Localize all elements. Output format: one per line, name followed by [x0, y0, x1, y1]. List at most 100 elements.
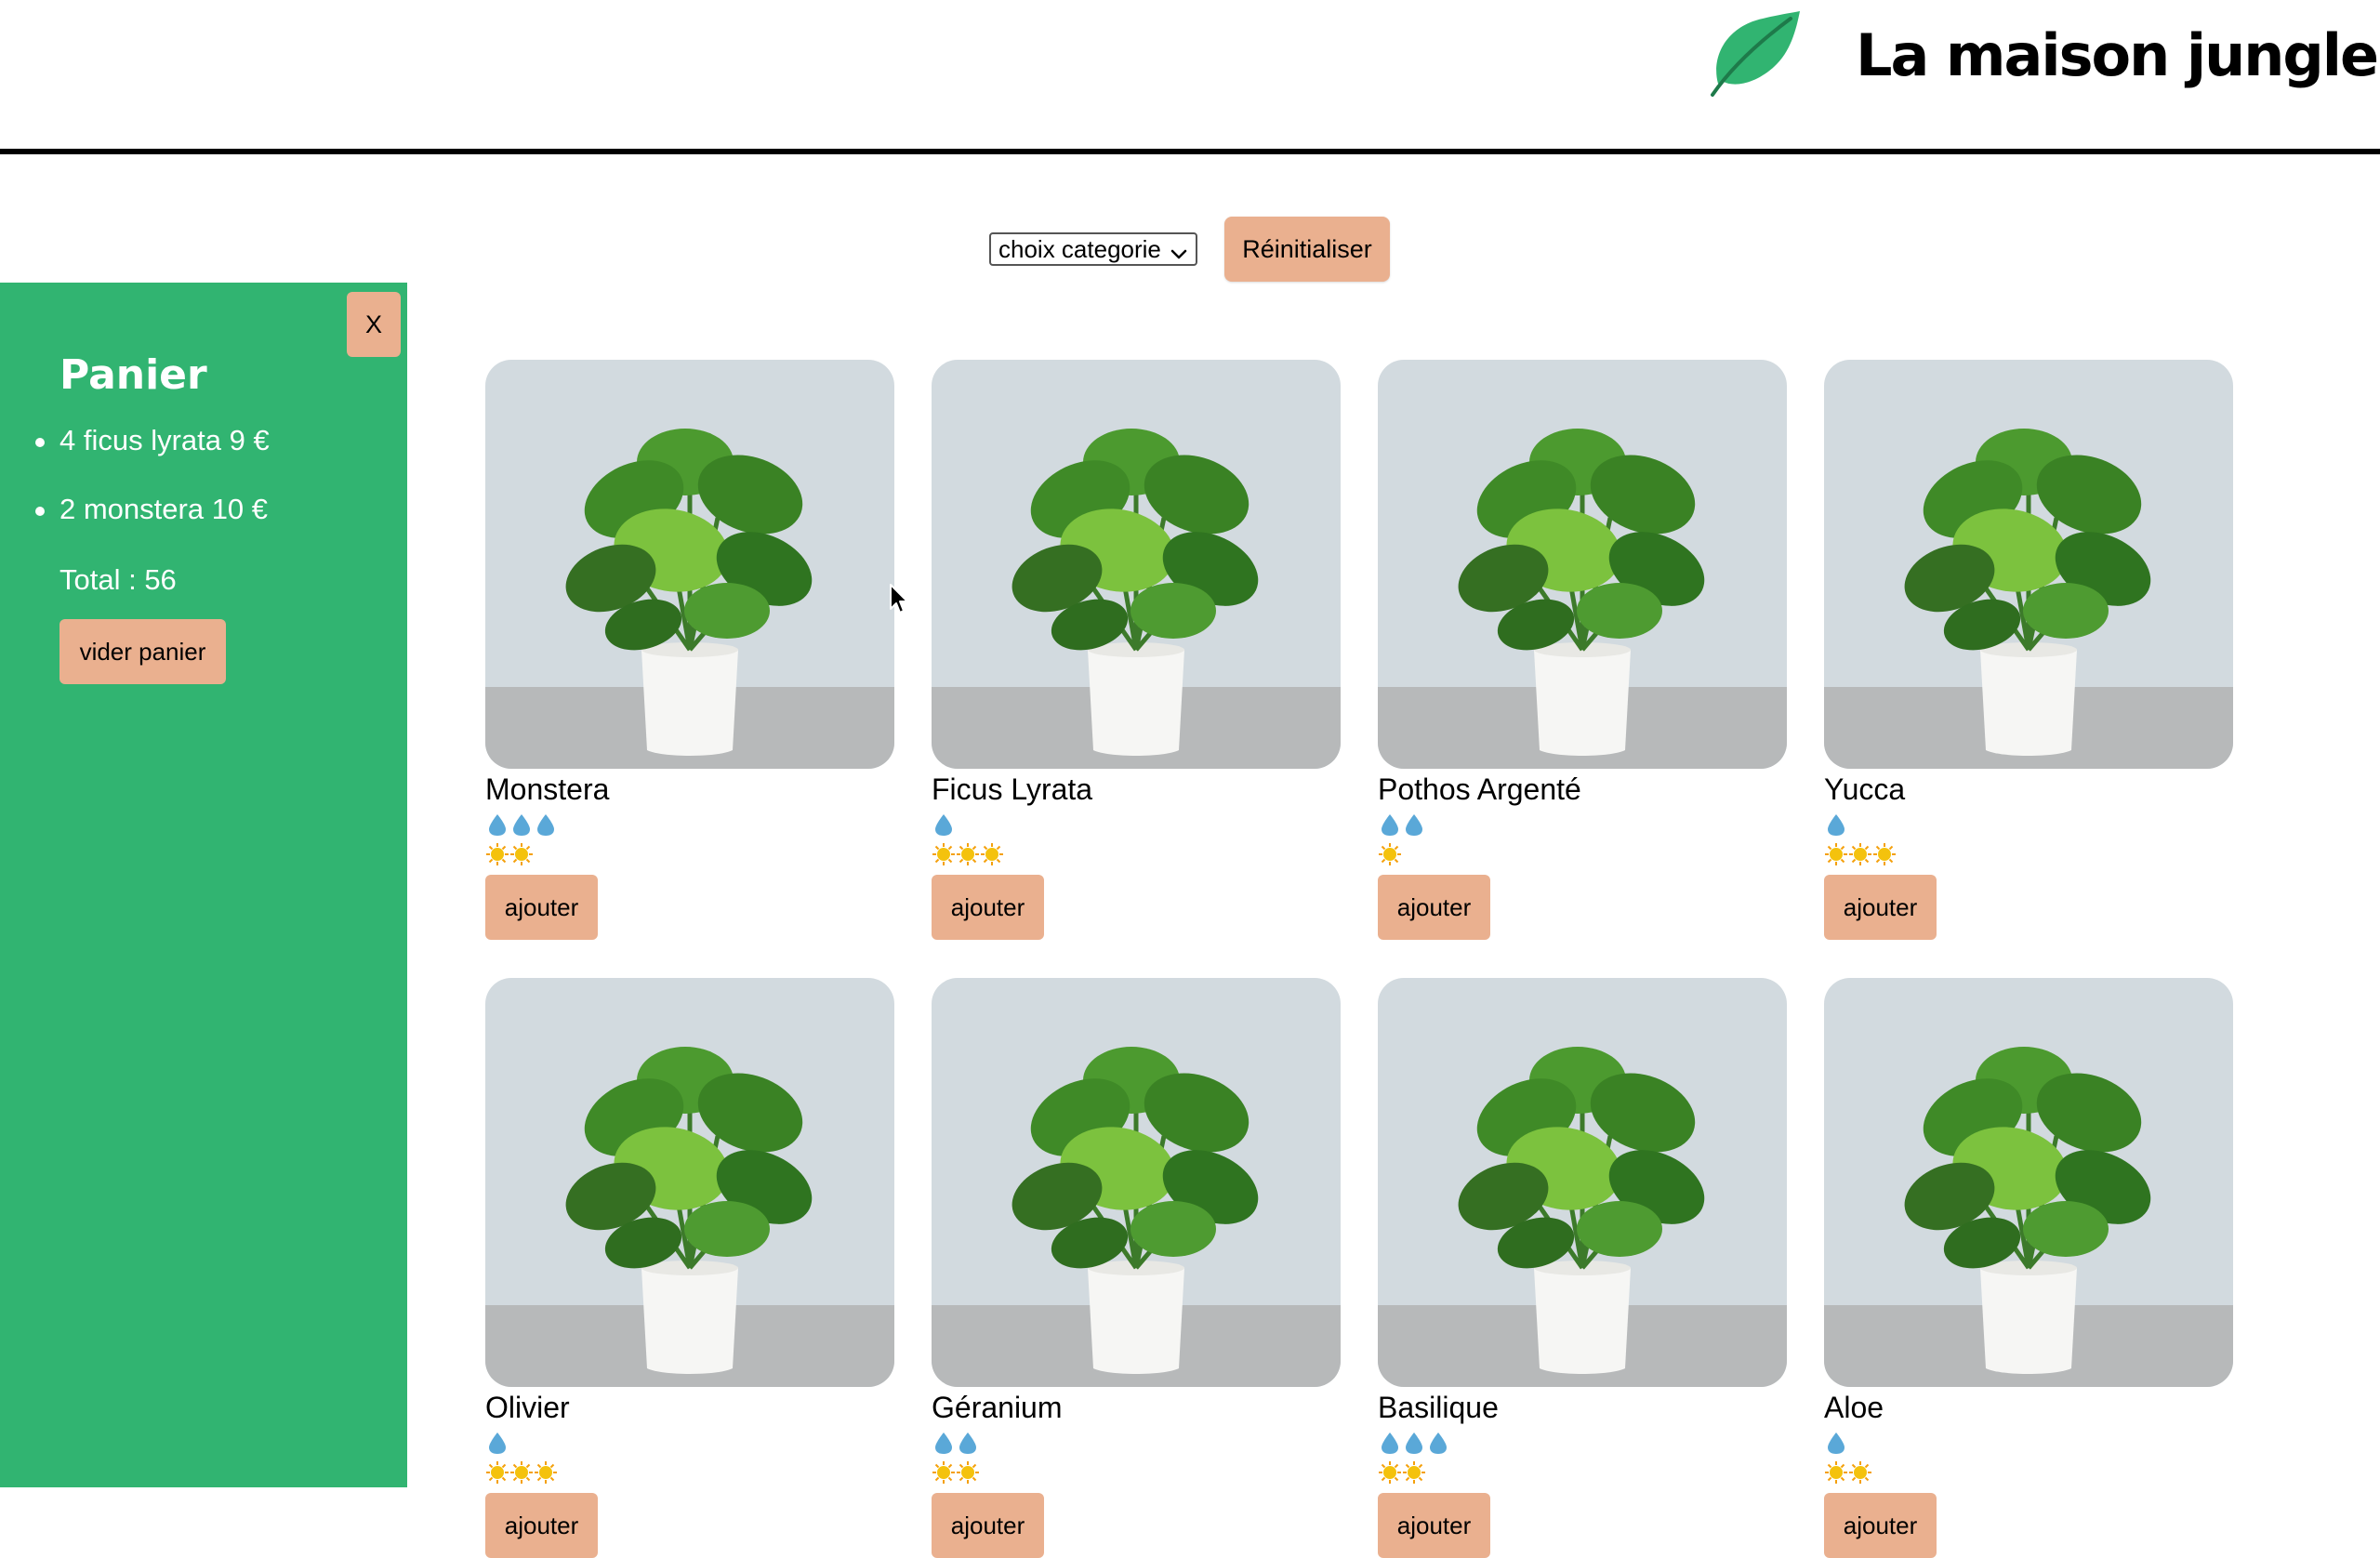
- add-to-cart-button[interactable]: ajouter: [485, 1493, 598, 1558]
- water-drop-icon: [956, 1431, 980, 1455]
- sun-icon: [1848, 1460, 1872, 1485]
- water-drop-icon: [485, 1431, 509, 1455]
- water-drop-icon: [1402, 1431, 1426, 1455]
- plant-card: Yucca ajouter: [1824, 360, 2233, 940]
- category-select-value: choix categorie: [998, 235, 1161, 263]
- light-scale: [485, 1458, 894, 1487]
- sun-icon: [534, 1460, 558, 1485]
- light-scale: [1378, 1458, 1787, 1487]
- sun-icon: [980, 842, 1004, 866]
- plant-image: [1824, 360, 2233, 769]
- plant-name: Aloe: [1824, 1391, 1884, 1424]
- sun-icon: [509, 842, 534, 866]
- sun-icon: [485, 1460, 509, 1485]
- water-drop-icon: [485, 812, 509, 837]
- add-to-cart-button[interactable]: ajouter: [932, 1493, 1044, 1558]
- plant-name: Monstera: [485, 772, 610, 806]
- sun-icon: [1824, 1460, 1848, 1485]
- category-select[interactable]: choix categorie: [989, 232, 1197, 266]
- plant-name: Géranium: [932, 1391, 1063, 1424]
- add-to-cart-button[interactable]: ajouter: [485, 875, 598, 940]
- cart-item: 4 ficus lyrata 9 €: [0, 422, 270, 491]
- site-header: La maison jungle: [0, 0, 2380, 154]
- sun-icon: [1402, 1460, 1426, 1485]
- plant-image: [932, 360, 1341, 769]
- light-scale: [932, 839, 1341, 869]
- water-drop-icon: [1824, 1431, 1848, 1455]
- empty-cart-button[interactable]: vider panier: [60, 619, 226, 684]
- water-scale: [485, 810, 894, 839]
- water-drop-icon: [1824, 812, 1848, 837]
- light-scale: [1824, 839, 2233, 869]
- plant-image: [1378, 978, 1787, 1387]
- water-drop-icon: [932, 1431, 956, 1455]
- water-drop-icon: [509, 812, 534, 837]
- bullet: [35, 507, 45, 516]
- water-drop-icon: [1378, 1431, 1402, 1455]
- water-drop-icon: [1378, 812, 1402, 837]
- water-scale: [1378, 810, 1787, 839]
- plant-card: Ficus Lyrata ajouter: [932, 360, 1341, 940]
- cart-item-label: 2 monstera 10 €: [60, 493, 269, 525]
- sun-icon: [1378, 1460, 1402, 1485]
- water-scale: [1824, 810, 2233, 839]
- sun-icon: [1848, 842, 1872, 866]
- close-cart-button[interactable]: X: [347, 292, 401, 357]
- plant-card: Monstera ajouter: [485, 360, 894, 940]
- plant-image: [932, 978, 1341, 1387]
- add-to-cart-button[interactable]: ajouter: [1378, 875, 1490, 940]
- light-scale: [1378, 839, 1787, 869]
- add-to-cart-button[interactable]: ajouter: [1824, 875, 1937, 940]
- plant-image: [1378, 360, 1787, 769]
- reset-button[interactable]: Réinitialiser: [1224, 217, 1390, 282]
- water-scale: [1378, 1428, 1787, 1458]
- water-scale: [932, 810, 1341, 839]
- light-scale: [1824, 1458, 2233, 1487]
- plant-name: Ficus Lyrata: [932, 772, 1093, 806]
- plant-name: Yucca: [1824, 772, 1906, 806]
- light-scale: [932, 1458, 1341, 1487]
- bullet: [35, 438, 45, 447]
- water-drop-icon: [932, 812, 956, 837]
- water-drop-icon: [534, 812, 558, 837]
- water-scale: [932, 1428, 1341, 1458]
- plant-card: Olivier ajouter: [485, 978, 894, 1558]
- cart-panel: X Panier 4 ficus lyrata 9 € 2 monstera 1…: [0, 283, 407, 1487]
- cart-item-label: 4 ficus lyrata 9 €: [60, 424, 270, 456]
- leaf-icon: [1707, 9, 1800, 97]
- add-to-cart-button[interactable]: ajouter: [1378, 1493, 1490, 1558]
- sun-icon: [1378, 842, 1402, 866]
- sun-icon: [956, 842, 980, 866]
- plant-image: [485, 360, 894, 769]
- plant-name: Pothos Argenté: [1378, 772, 1581, 806]
- plant-card: Géranium ajouter: [932, 978, 1341, 1558]
- mouse-cursor-icon: [889, 583, 911, 616]
- sun-icon: [1872, 842, 1897, 866]
- water-scale: [1824, 1428, 2233, 1458]
- sun-icon: [956, 1460, 980, 1485]
- chevron-down-icon: [1170, 240, 1188, 259]
- plant-card: Basilique ajouter: [1378, 978, 1787, 1558]
- water-drop-icon: [1402, 812, 1426, 837]
- add-to-cart-button[interactable]: ajouter: [932, 875, 1044, 940]
- plant-card: Pothos Argenté ajouter: [1378, 360, 1787, 940]
- cart-total: Total : 56: [60, 563, 177, 596]
- sun-icon: [1824, 842, 1848, 866]
- sun-icon: [485, 842, 509, 866]
- add-to-cart-button[interactable]: ajouter: [1824, 1493, 1937, 1558]
- site-title: La maison jungle: [1856, 21, 2379, 89]
- cart-list: 4 ficus lyrata 9 € 2 monstera 10 €: [0, 422, 270, 560]
- sun-icon: [932, 842, 956, 866]
- plant-name: Olivier: [485, 1391, 570, 1424]
- water-scale: [485, 1428, 894, 1458]
- cart-item: 2 monstera 10 €: [0, 491, 270, 560]
- plant-image: [485, 978, 894, 1387]
- plant-card: Aloe ajouter: [1824, 978, 2233, 1558]
- plant-image: [1824, 978, 2233, 1387]
- light-scale: [485, 839, 894, 869]
- sun-icon: [932, 1460, 956, 1485]
- water-drop-icon: [1426, 1431, 1450, 1455]
- plant-name: Basilique: [1378, 1391, 1499, 1424]
- cart-title: Panier: [60, 351, 207, 399]
- sun-icon: [509, 1460, 534, 1485]
